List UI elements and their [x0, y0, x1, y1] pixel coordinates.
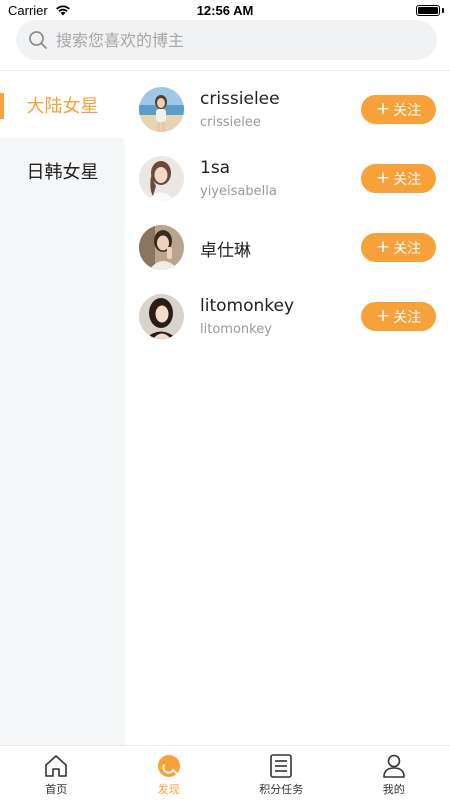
- tab-label: 我的: [382, 783, 405, 796]
- follow-button[interactable]: + 关注: [361, 164, 436, 193]
- blogger-handle: yiyeisabella: [200, 184, 277, 199]
- list-item[interactable]: litomonkey litomonkey + 关注: [125, 279, 450, 348]
- blogger-list: crissielee crissielee + 关注 1sa yiyeisabe…: [125, 72, 450, 745]
- follow-button[interactable]: + 关注: [361, 302, 436, 331]
- tab-discover[interactable]: 发现: [113, 746, 226, 800]
- tab-home[interactable]: 首页: [0, 746, 113, 800]
- status-time: 12:56 AM: [196, 3, 254, 18]
- list-item[interactable]: crissielee crissielee + 关注: [125, 72, 450, 141]
- profile-icon: [382, 754, 405, 778]
- category-sidebar: 大陆女星 日韩女星: [0, 72, 125, 745]
- tab-tasks[interactable]: 积分任务: [225, 746, 338, 800]
- task-list-icon: [270, 754, 293, 778]
- search-bar[interactable]: [16, 20, 437, 60]
- category-label: 大陆女星: [26, 96, 99, 117]
- tab-label: 积分任务: [259, 783, 304, 796]
- follow-button[interactable]: + 关注: [361, 233, 436, 262]
- search-input[interactable]: [56, 30, 416, 50]
- header-divider: [0, 70, 450, 71]
- blogger-name: crissielee: [200, 89, 280, 109]
- list-item[interactable]: 1sa yiyeisabella + 关注: [125, 141, 450, 210]
- follow-label: 关注: [393, 240, 422, 257]
- tab-label: 发现: [157, 783, 180, 796]
- category-label: 日韩女星: [26, 162, 99, 183]
- battery-icon: [416, 5, 440, 16]
- avatar[interactable]: [139, 87, 184, 132]
- app-screen: Carrier 12:56 AM 大陆女星 日韩女星: [0, 0, 450, 800]
- avatar[interactable]: [139, 156, 184, 201]
- plus-icon: +: [375, 99, 391, 119]
- home-icon: [45, 755, 68, 777]
- follow-label: 关注: [393, 171, 422, 188]
- active-indicator: [0, 93, 4, 119]
- category-item-mainland-actresses[interactable]: 大陆女星: [0, 72, 125, 138]
- list-item[interactable]: 卓仕琳 + 关注: [125, 210, 450, 279]
- status-bar: Carrier 12:56 AM: [0, 0, 450, 22]
- blogger-handle: litomonkey: [200, 322, 272, 337]
- avatar[interactable]: [139, 225, 184, 270]
- battery-tip: [442, 8, 444, 13]
- blogger-name: litomonkey: [200, 296, 295, 316]
- category-item-japan-korea-actresses[interactable]: 日韩女星: [0, 138, 125, 204]
- tab-bar: 首页 发现 积分任务 我的: [0, 745, 450, 800]
- follow-label: 关注: [393, 309, 422, 326]
- discover-icon: [157, 755, 180, 777]
- plus-icon: +: [375, 168, 391, 188]
- follow-label: 关注: [393, 102, 422, 119]
- tab-label: 首页: [45, 783, 68, 796]
- blogger-name: 1sa: [200, 158, 231, 178]
- follow-button[interactable]: + 关注: [361, 95, 436, 124]
- avatar[interactable]: [139, 294, 184, 339]
- blogger-name: 卓仕琳: [200, 241, 251, 261]
- blogger-handle: crissielee: [200, 115, 261, 130]
- search-icon: [29, 31, 47, 49]
- tab-profile[interactable]: 我的: [338, 746, 450, 800]
- plus-icon: +: [375, 237, 391, 257]
- plus-icon: +: [375, 306, 391, 326]
